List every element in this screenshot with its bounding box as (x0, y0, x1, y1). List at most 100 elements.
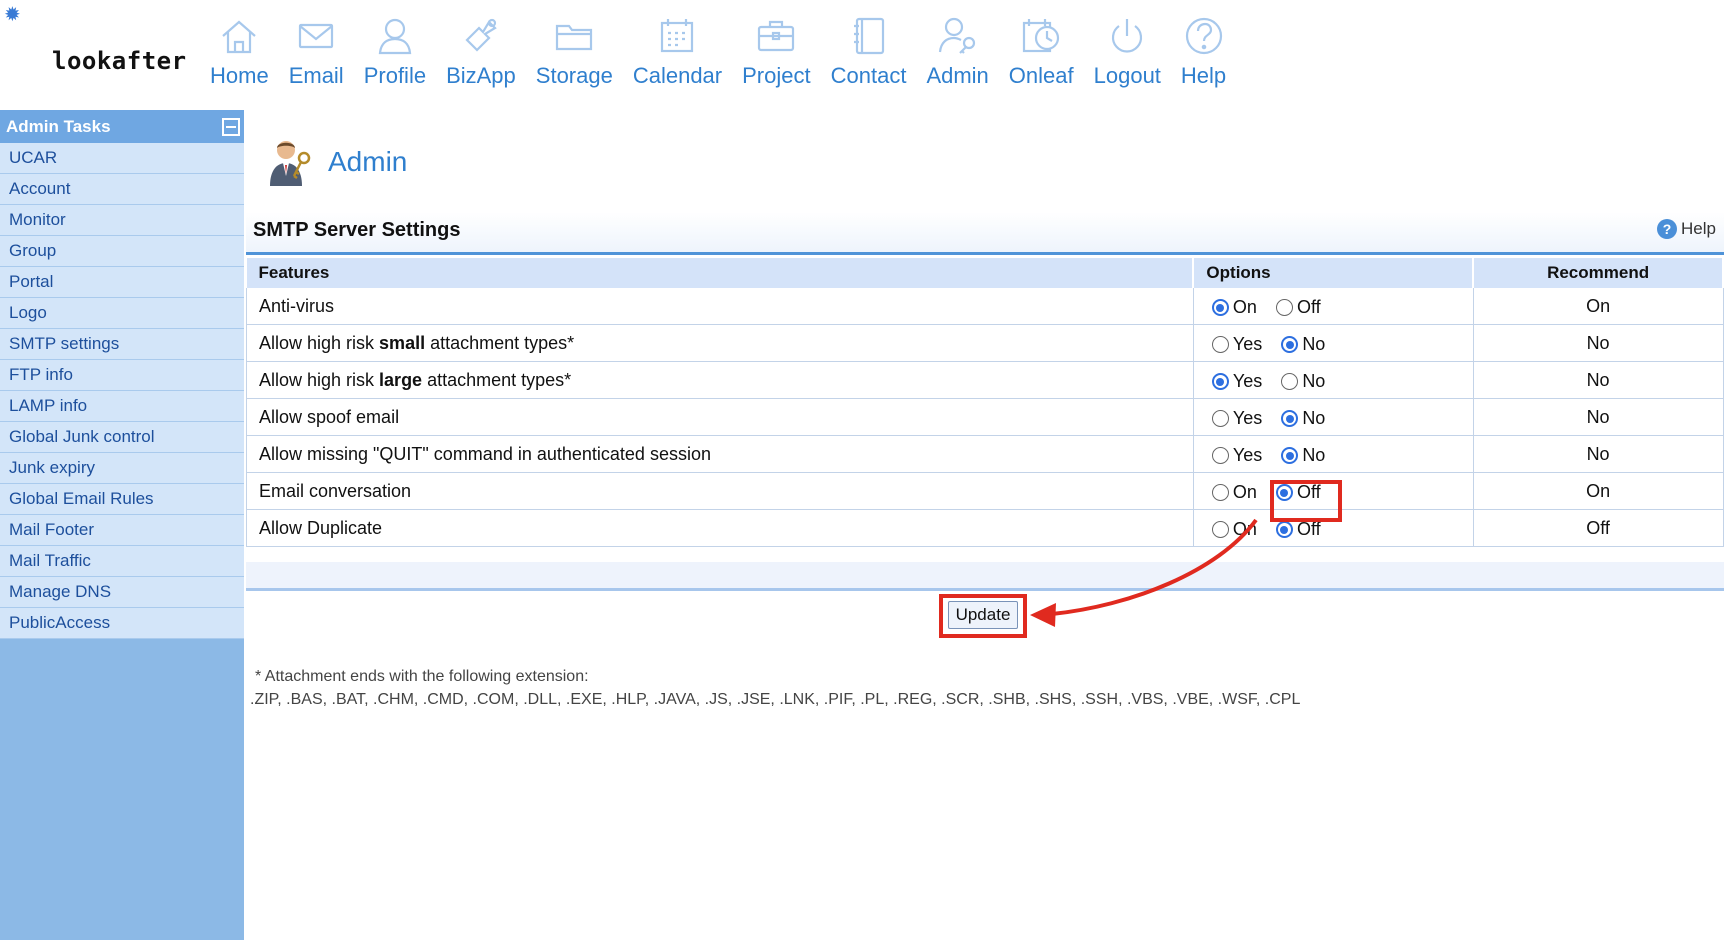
nav-label: Logout (1093, 63, 1161, 88)
feature-cell: Allow Duplicate (246, 509, 1194, 547)
radio-off[interactable]: Off (1275, 297, 1321, 318)
radio-no[interactable]: No (1281, 371, 1325, 392)
settings-table: Features Options Recommend Anti-virus On… (246, 258, 1724, 547)
nav-email[interactable]: Email (289, 14, 344, 89)
radio-yes[interactable]: Yes (1211, 408, 1262, 429)
feature-text: Allow high risk (259, 332, 380, 353)
app-logo[interactable]: lookafter (52, 47, 187, 75)
radio-yes[interactable]: Yes (1211, 445, 1263, 466)
sidebar-item-lamp-info[interactable]: LAMP info (0, 391, 244, 422)
radio-button[interactable] (1211, 373, 1229, 390)
settings-gear-icon[interactable]: ✹ (4, 5, 24, 25)
nav-logout[interactable]: Logout (1094, 14, 1161, 89)
feature-text: attachment types* (422, 369, 572, 390)
sidebar-item-group[interactable]: Group (0, 236, 244, 267)
radio-button[interactable] (1211, 336, 1229, 353)
radio-button[interactable] (1281, 447, 1299, 464)
sidebar-item-global-junk-control[interactable]: Global Junk control (0, 422, 244, 453)
table-footer-bar (246, 562, 1724, 591)
radio-button[interactable] (1211, 484, 1229, 501)
help-label: Help (1681, 219, 1716, 238)
radio-button[interactable] (1281, 410, 1299, 427)
radio-on[interactable]: On (1211, 297, 1257, 318)
onleaf-icon (1023, 19, 1060, 53)
radio-label: On (1232, 519, 1257, 539)
arrow-head (1030, 603, 1056, 627)
update-button[interactable]: Update (948, 601, 1018, 629)
table-row: Allow spoof email Yes No No (246, 398, 1724, 436)
radio-button[interactable] (1281, 373, 1299, 390)
sidebar-item-portal[interactable]: Portal (0, 267, 244, 298)
table-row: Allow missing "QUIT" command in authenti… (246, 435, 1724, 473)
nav-label: Contact (830, 63, 907, 88)
help-link[interactable]: ? Help (1657, 219, 1716, 239)
sidebar-item-logo[interactable]: Logo (0, 298, 244, 329)
nav-label: Project (742, 63, 811, 88)
bizapp-icon (465, 18, 497, 52)
sidebar-item-mail-traffic[interactable]: Mail Traffic (0, 546, 244, 577)
nav-label: Help (1180, 63, 1227, 88)
radio-button[interactable] (1275, 299, 1293, 316)
sidebar-item-global-email-rules[interactable]: Global Email Rules (0, 484, 244, 515)
radio-no[interactable]: No (1281, 445, 1325, 466)
radio-label: On (1232, 297, 1257, 317)
radio-on[interactable]: On (1211, 482, 1257, 503)
options-cell: Yes No (1192, 324, 1474, 362)
nav-profile[interactable]: Profile (364, 14, 426, 89)
feature-cell: Allow missing "QUIT" command in authenti… (246, 435, 1194, 473)
nav-label: Home (210, 63, 269, 88)
radio-label: Off (1296, 519, 1321, 539)
nav-project[interactable]: Project (742, 14, 811, 89)
radio-label: No (1302, 408, 1326, 428)
radio-no[interactable]: No (1281, 408, 1325, 429)
options-cell: Yes No (1192, 398, 1474, 436)
sidebar-item-smtp-settings[interactable]: SMTP settings (0, 329, 244, 360)
nav-storage[interactable]: Storage (536, 14, 613, 89)
radio-yes[interactable]: Yes (1211, 334, 1262, 355)
nav-calendar[interactable]: Calendar (633, 14, 722, 89)
sidebar-item-monitor[interactable]: Monitor (0, 205, 244, 236)
page-title: Admin (328, 146, 408, 177)
nav-label: Storage (535, 63, 613, 88)
radio-button[interactable] (1275, 521, 1293, 538)
table-row: Allow Duplicate On Off Off (246, 509, 1724, 547)
sidebar-item-publicaccess[interactable]: PublicAccess (0, 608, 244, 639)
radio-yes[interactable]: Yes (1211, 371, 1262, 392)
nav-label: Profile (363, 63, 427, 88)
nav-label: Admin (926, 63, 989, 88)
radio-off[interactable]: Off (1275, 519, 1321, 540)
radio-button[interactable] (1211, 447, 1229, 464)
options-cell: Yes No (1192, 435, 1474, 473)
sidebar-item-ftp-info[interactable]: FTP info (0, 360, 244, 391)
nav-admin[interactable]: Admin (926, 14, 989, 89)
radio-button[interactable] (1211, 521, 1229, 538)
radio-on[interactable]: On (1211, 519, 1257, 540)
collapse-icon[interactable] (222, 117, 240, 136)
sidebar-item-manage-dns[interactable]: Manage DNS (0, 577, 244, 608)
recommend-cell: On (1472, 472, 1724, 510)
feature-cell: Allow high risk small attachment types* (246, 324, 1194, 362)
attachment-note: * Attachment ends with the following ext… (255, 668, 589, 685)
extension-list: .ZIP, .BAS, .BAT, .CHM, .CMD, .COM, .DLL… (250, 691, 1301, 708)
radio-no[interactable]: No (1281, 334, 1325, 355)
recommend-cell: No (1472, 361, 1724, 399)
nav-help[interactable]: Help (1181, 14, 1226, 89)
nav-onleaf[interactable]: Onleaf (1009, 14, 1074, 89)
radio-button[interactable] (1211, 410, 1229, 427)
sidebar-item-ucar[interactable]: UCAR (0, 143, 244, 174)
sidebar-item-mail-footer[interactable]: Mail Footer (0, 515, 244, 546)
recommend-cell: On (1472, 288, 1724, 325)
top-nav: Home Email Profile BizApp Storage Calend… (210, 14, 1246, 89)
radio-button[interactable] (1211, 299, 1229, 316)
nav-bizapp[interactable]: BizApp (446, 14, 516, 89)
sidebar-item-junk-expiry[interactable]: Junk expiry (0, 453, 244, 484)
radio-button[interactable] (1281, 336, 1299, 353)
page-header: Admin (264, 136, 407, 188)
nav-contact[interactable]: Contact (830, 14, 907, 89)
options-cell: Yes No (1192, 361, 1474, 399)
radio-label: Yes (1232, 445, 1263, 465)
help-icon (1185, 17, 1222, 55)
nav-home[interactable]: Home (210, 14, 269, 89)
sidebar-title: Admin Tasks (6, 116, 111, 136)
sidebar-item-account[interactable]: Account (0, 174, 244, 205)
